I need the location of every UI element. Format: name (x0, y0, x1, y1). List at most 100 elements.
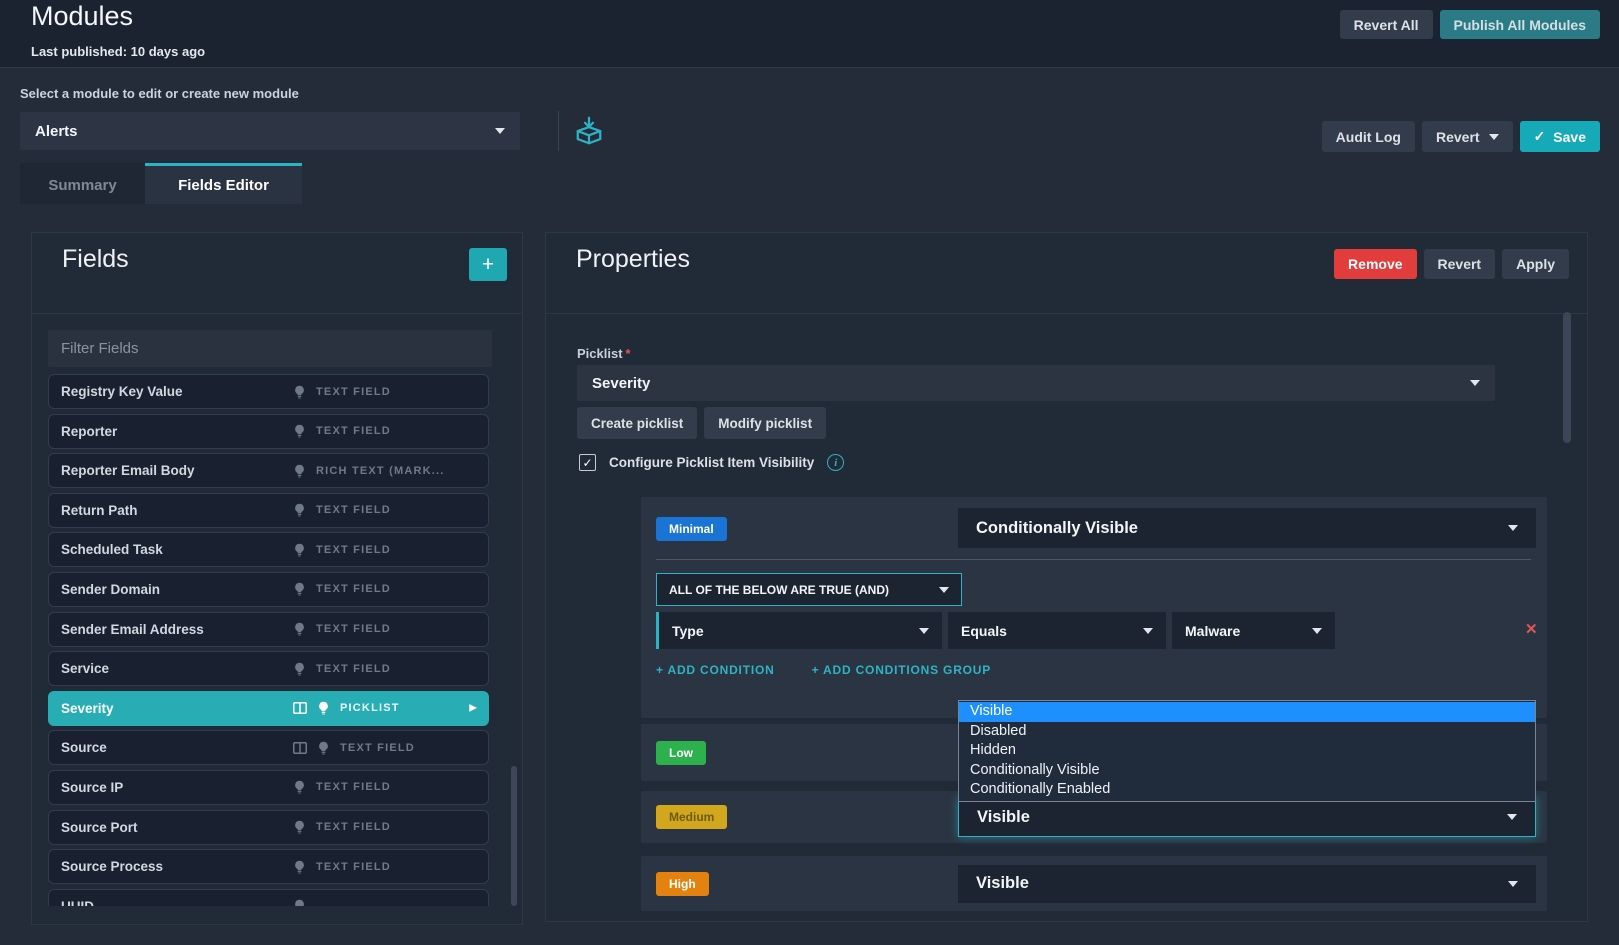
field-row-source-ip[interactable]: Source IP TEXT FIELD (48, 770, 489, 805)
chevron-down-icon (1507, 814, 1517, 820)
properties-actions: Remove Revert Apply (1334, 249, 1569, 279)
topbar-actions: Revert All Publish All Modules (1340, 10, 1600, 39)
chevron-down-icon (1312, 628, 1322, 634)
chevron-right-icon: ▶ (469, 703, 477, 714)
import-module-icon[interactable] (571, 114, 607, 150)
revert-button[interactable]: Revert (1424, 249, 1496, 279)
picklist-item-badge-minimal: Minimal (656, 517, 727, 541)
lightbulb-icon (293, 385, 306, 399)
visibility-options-popup: VisibleDisabledHiddenConditionally Visib… (958, 700, 1536, 802)
add-conditions-group-link[interactable]: + ADD CONDITIONS GROUP (812, 663, 992, 677)
field-row-source-port[interactable]: Source PortTEXT FIELD (48, 810, 489, 845)
field-meta: PICKLIST (293, 701, 400, 715)
modify-picklist-button[interactable]: Modify picklist (704, 407, 826, 439)
fields-scrollbar-thumb[interactable] (511, 766, 517, 906)
field-meta: TEXT FIELD (293, 582, 391, 596)
remove-condition-icon[interactable]: ✕ (1525, 620, 1538, 638)
tab-fields-editor[interactable]: Fields Editor (145, 163, 302, 204)
field-row-registry-key-value[interactable]: Registry Key Value TEXT FIELD (48, 374, 489, 409)
properties-scrollbar-thumb[interactable] (1563, 312, 1571, 443)
dropdown-option-hidden[interactable]: Hidden (959, 741, 1535, 761)
field-type-label: TEXT FIELD (316, 861, 391, 873)
field-row-severity[interactable]: Severity PICKLIST ▶ (48, 691, 489, 726)
dropdown-option-disabled[interactable]: Disabled (959, 722, 1535, 742)
picklist-select[interactable]: Severity (577, 365, 1495, 401)
condition-value-select[interactable]: Malware (1172, 612, 1335, 649)
lightbulb-icon (293, 860, 306, 874)
picklist-item-badge-low: Low (656, 741, 706, 765)
last-published-label: Last published: 10 days ago (31, 44, 205, 59)
filter-fields-input[interactable] (48, 330, 492, 367)
conditions-operator-select[interactable]: ALL OF THE BELOW ARE TRUE (AND) (656, 573, 962, 606)
lightbulb-icon (293, 820, 306, 834)
field-type-label: TEXT FIELD (316, 663, 391, 675)
vertical-divider (558, 111, 559, 151)
module-select-label: Select a module to edit or create new mo… (20, 86, 299, 101)
module-select[interactable]: Alerts (20, 112, 520, 150)
add-field-button[interactable]: + (469, 248, 507, 281)
field-type-label: TEXT FIELD (316, 821, 391, 833)
field-row-uuid[interactable]: UUID (48, 889, 489, 906)
field-meta: TEXT FIELD (293, 424, 391, 438)
add-condition-link[interactable]: + ADD CONDITION (656, 663, 775, 677)
audit-log-button[interactable]: Audit Log (1322, 121, 1415, 152)
visibility-select-minimal[interactable]: Conditionally Visible (958, 508, 1536, 548)
visibility-select-medium-open[interactable]: Visible (958, 797, 1536, 837)
field-row-return-path[interactable]: Return Path TEXT FIELD (48, 493, 489, 528)
info-icon[interactable]: i (827, 454, 844, 471)
picklist-item-row-high: High Visible (641, 856, 1547, 911)
fields-panel: Fields + Registry Key ValueTEXT FIELDRep… (31, 232, 523, 925)
condition-operator-select[interactable]: Equals (948, 612, 1166, 649)
dropdown-option-conditionally-enabled[interactable]: Conditionally Enabled (959, 780, 1535, 800)
field-row-scheduled-task[interactable]: Scheduled TaskTEXT FIELD (48, 532, 489, 567)
divider (656, 559, 1531, 560)
field-meta: TEXT FIELD (293, 503, 391, 517)
revert-dropdown-button[interactable]: Revert (1422, 121, 1513, 152)
module-tabs: Summary Fields Editor (20, 163, 302, 204)
lightbulb-icon (293, 464, 306, 478)
field-row-source[interactable]: SourceTEXT FIELD (48, 730, 489, 765)
configure-visibility-row: ✓ Configure Picklist Item Visibility i (579, 454, 844, 471)
page-title: Modules (31, 1, 133, 32)
picklist-buttons: Create picklist Modify picklist (577, 407, 826, 439)
create-picklist-button[interactable]: Create picklist (577, 407, 697, 439)
picklist-label: Picklist* (577, 346, 631, 361)
field-type-label: TEXT FIELD (316, 386, 391, 398)
apply-button[interactable]: Apply (1502, 249, 1569, 279)
remove-button[interactable]: Remove (1334, 249, 1416, 279)
field-name-label: Service (61, 661, 109, 676)
save-button[interactable]: ✓ Save (1520, 121, 1600, 152)
grid-columns-icon (293, 702, 307, 714)
fields-list: Registry Key ValueTEXT FIELDReporterTEXT… (48, 374, 506, 906)
field-row-reporter[interactable]: ReporterTEXT FIELD (48, 414, 489, 449)
field-row-service[interactable]: Service TEXT FIELD (48, 651, 489, 686)
module-select-value: Alerts (35, 123, 78, 140)
configure-visibility-checkbox[interactable]: ✓ (579, 454, 596, 471)
field-name-label: Source IP (61, 780, 123, 795)
divider (32, 313, 522, 314)
field-meta (293, 899, 316, 906)
field-row-sender-email-address[interactable]: Sender Email AddressTEXT FIELD (48, 612, 489, 647)
chevron-down-icon (1489, 134, 1499, 140)
lightbulb-icon (317, 741, 330, 755)
field-row-sender-domain[interactable]: Sender DomainTEXT FIELD (48, 572, 489, 607)
dropdown-option-visible[interactable]: Visible (959, 702, 1535, 722)
field-row-source-process[interactable]: Source ProcessTEXT FIELD (48, 849, 489, 884)
field-name-label: Return Path (61, 503, 138, 518)
picklist-select-value: Severity (592, 375, 650, 392)
field-meta: TEXT FIELD (293, 820, 391, 834)
check-icon: ✓ (1534, 128, 1546, 145)
field-row-reporter-email-body[interactable]: Reporter Email BodyRICH TEXT (MARK... (48, 453, 489, 488)
field-name-label: Registry Key Value (61, 384, 183, 399)
dropdown-option-conditionally-visible[interactable]: Conditionally Visible (959, 761, 1535, 781)
field-type-label: TEXT FIELD (316, 781, 391, 793)
publish-all-modules-button[interactable]: Publish All Modules (1440, 10, 1601, 39)
tab-summary[interactable]: Summary (20, 163, 145, 204)
visibility-select-high[interactable]: Visible (958, 865, 1536, 903)
revert-all-button[interactable]: Revert All (1340, 10, 1433, 39)
minimal-conditions-block: Minimal Conditionally Visible ALL OF THE… (641, 497, 1547, 718)
required-asterisk: * (626, 346, 631, 361)
condition-field-select[interactable]: Type (656, 612, 942, 649)
field-name-label: Severity (61, 701, 114, 716)
field-name-label: Reporter Email Body (61, 463, 195, 478)
